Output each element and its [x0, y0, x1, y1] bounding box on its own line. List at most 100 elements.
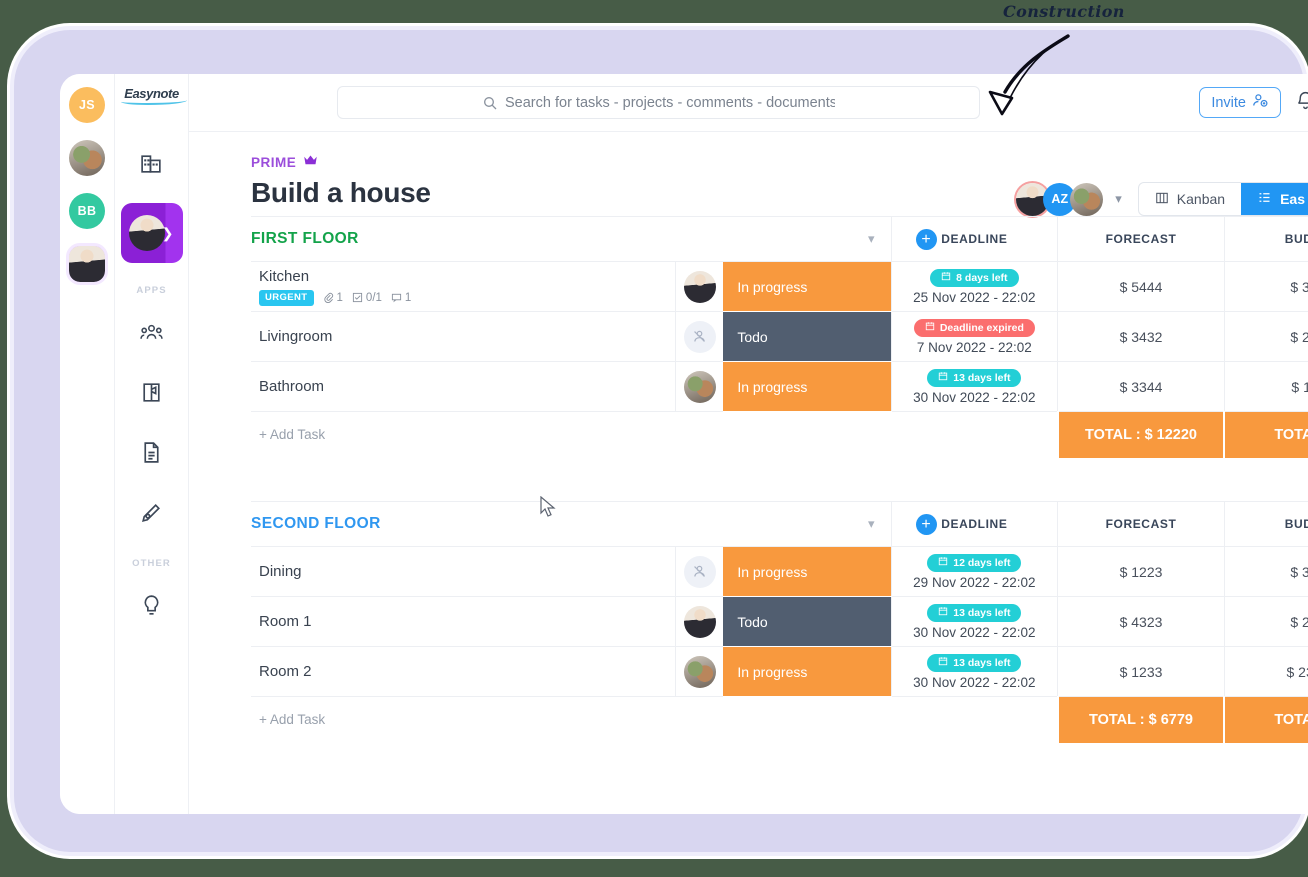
task-deadline-cell[interactable]: 13 days left 30 Nov 2022 - 22:02: [890, 361, 1058, 412]
sidebar-item-notes[interactable]: [129, 492, 175, 538]
active-project-tile[interactable]: ❯: [120, 203, 183, 263]
group-collapse-toggle[interactable]: ▾ +: [675, 501, 937, 547]
calendar-icon: [941, 271, 951, 284]
sidebar-item-documents[interactable]: [129, 432, 175, 478]
annotation-label: Construction: [1003, 2, 1125, 21]
add-task-column-button[interactable]: +: [915, 229, 937, 250]
task-status-cell[interactable]: In progress: [723, 361, 892, 412]
task-deadline-cell[interactable]: Deadline expired 7 Nov 2022 - 22:02: [890, 311, 1058, 362]
plan-badge: PRIME: [251, 154, 431, 170]
task-forecast-cell[interactable]: $ 5444: [1057, 261, 1225, 312]
table-row[interactable]: Dining In progress 12 days left 29 Nov 2022…: [251, 546, 1308, 597]
total-forecast: TOTAL : $ 12220: [1056, 411, 1225, 458]
task-assignee-cell[interactable]: [675, 646, 724, 697]
add-task-button[interactable]: + Add Task: [251, 412, 1058, 458]
assignee-avatar[interactable]: [683, 605, 716, 638]
task-budget-cell[interactable]: $ 234: [1223, 596, 1308, 647]
task-name-cell[interactable]: Room 1: [251, 596, 676, 647]
notifications-bell-button[interactable]: [1295, 90, 1308, 116]
comment-count: 1: [391, 292, 411, 304]
task-status-cell[interactable]: In progress: [723, 646, 892, 697]
task-forecast-cell[interactable]: $ 1223: [1057, 546, 1225, 597]
list-view-icon: [1257, 190, 1272, 208]
task-deadline-cell[interactable]: 8 days left 25 Nov 2022 - 22:02: [890, 261, 1058, 312]
calendar-icon: [938, 606, 948, 619]
chevron-right-icon: ❯: [161, 224, 174, 241]
tab-easynote-label: Eas: [1280, 191, 1305, 207]
chevron-down-icon[interactable]: ▾: [1115, 191, 1122, 207]
app-window: JS BB Easynote ❯ APPS OTHER Search for t…: [60, 74, 1308, 814]
task-forecast-cell[interactable]: $ 3344: [1057, 361, 1225, 412]
task-name-cell[interactable]: Room 2: [251, 646, 676, 697]
project-header: PRIME Build a house AZ ▾ Kanban Eas: [189, 132, 1308, 216]
attachment-count: 1: [323, 292, 343, 304]
member-avatar-3[interactable]: [1070, 182, 1104, 216]
project-header-right: AZ ▾ Kanban Eas: [1016, 182, 1308, 216]
task-status-cell[interactable]: Todo: [723, 311, 892, 362]
search-input[interactable]: [505, 94, 835, 111]
top-bar: Invite: [189, 74, 1308, 132]
task-deadline-cell[interactable]: 12 days left 29 Nov 2022 - 22:02: [890, 546, 1058, 597]
sidebar-item-dashboard[interactable]: [129, 143, 175, 189]
task-name-cell[interactable]: Dining: [251, 546, 676, 597]
task-status-cell[interactable]: In progress: [723, 261, 892, 312]
table-row[interactable]: Kitchen URGENT 1 0/1 1 In progress 8 days left…: [251, 261, 1308, 312]
rail-avatar-current-user[interactable]: [66, 243, 108, 285]
add-task-button[interactable]: + Add Task: [251, 697, 1058, 743]
task-deadline-cell[interactable]: 13 days left 30 Nov 2022 - 22:02: [890, 596, 1058, 647]
task-assignee-cell[interactable]: [675, 546, 724, 597]
task-status-cell[interactable]: Todo: [723, 596, 892, 647]
tab-kanban[interactable]: Kanban: [1139, 183, 1241, 215]
person-add-icon: [1252, 92, 1269, 113]
group-title[interactable]: SECOND FLOOR: [251, 501, 676, 547]
unassigned-avatar[interactable]: [683, 320, 716, 353]
task-budget-cell[interactable]: $ 233: [1223, 311, 1308, 362]
task-forecast-cell[interactable]: $ 4323: [1057, 596, 1225, 647]
task-budget-cell[interactable]: $ 111: [1223, 361, 1308, 412]
group-collapse-toggle[interactable]: ▾ +: [675, 216, 937, 262]
search-box[interactable]: [337, 86, 980, 119]
task-budget-cell[interactable]: $ 332: [1223, 546, 1308, 597]
invite-button[interactable]: Invite: [1199, 87, 1281, 118]
task-forecast-cell[interactable]: $ 1233: [1057, 646, 1225, 697]
avatar-initials: JS: [79, 98, 95, 112]
deadline-date: 30 Nov 2022 - 22:02: [913, 624, 1036, 640]
assignee-avatar[interactable]: [683, 370, 716, 403]
task-forecast-cell[interactable]: $ 3432: [1057, 311, 1225, 362]
task-assignee-cell[interactable]: [675, 596, 724, 647]
sidebar-item-ideas[interactable]: [129, 585, 175, 631]
task-name-cell[interactable]: Kitchen URGENT 1 0/1 1: [251, 261, 676, 312]
page-title: Build a house: [251, 177, 431, 208]
tab-easynote[interactable]: Eas: [1241, 183, 1308, 215]
assignee-avatar[interactable]: [683, 655, 716, 688]
task-name-cell[interactable]: Livingroom: [251, 311, 676, 362]
deadline-pill: 13 days left: [927, 653, 1022, 672]
table-row[interactable]: Room 2 In progress 13 days left 30 Nov 2022…: [251, 646, 1308, 697]
easynote-logo[interactable]: Easynote: [121, 86, 187, 105]
task-status-cell[interactable]: In progress: [723, 546, 892, 597]
column-header-budget: BUDGE: [1223, 216, 1308, 262]
task-deadline-cell[interactable]: 13 days left 30 Nov 2022 - 22:02: [890, 646, 1058, 697]
rail-avatar-js[interactable]: JS: [69, 87, 105, 123]
rail-avatar-bb[interactable]: BB: [69, 193, 105, 229]
group-title[interactable]: FIRST FLOOR: [251, 216, 676, 262]
rail-avatar-plant-user[interactable]: [69, 140, 105, 176]
sidebar-item-team[interactable]: [129, 312, 175, 358]
unassigned-avatar[interactable]: [683, 555, 716, 588]
table-row[interactable]: Bathroom In progress 13 days left 30 Nov 20…: [251, 361, 1308, 412]
table-row[interactable]: Livingroom Todo Deadline expired 7 Nov 2022…: [251, 311, 1308, 362]
task-assignee-cell[interactable]: [675, 361, 724, 412]
sidebar-item-files[interactable]: [129, 372, 175, 418]
task-budget-cell[interactable]: $ 2323: [1223, 646, 1308, 697]
task-assignee-cell[interactable]: [675, 261, 724, 312]
task-budget-cell[interactable]: $ 322: [1223, 261, 1308, 312]
column-header-budget: BUDGE: [1223, 501, 1308, 547]
table-row[interactable]: Room 1 Todo 13 days left 30 Nov 2022 - 22:0…: [251, 596, 1308, 647]
search-icon: [482, 95, 498, 111]
crown-icon: [303, 154, 318, 170]
assignee-avatar[interactable]: [683, 270, 716, 303]
add-task-column-button[interactable]: +: [915, 514, 937, 535]
task-name-cell[interactable]: Bathroom: [251, 361, 676, 412]
deadline-pill: Deadline expired: [913, 318, 1035, 337]
task-assignee-cell[interactable]: [675, 311, 724, 362]
